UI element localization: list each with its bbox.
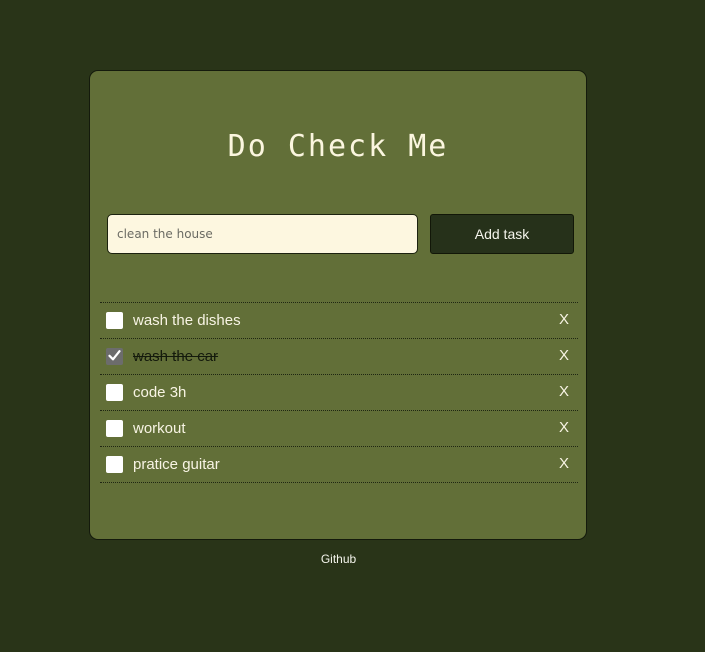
task-checkbox[interactable]: [106, 384, 123, 401]
task-label: wash the dishes: [133, 312, 241, 329]
task-list: wash the dishes X wash the car X code 3h…: [100, 302, 578, 483]
task-item: wash the dishes X: [100, 303, 578, 339]
github-link[interactable]: Github: [0, 552, 677, 566]
task-input[interactable]: [107, 214, 418, 254]
delete-task-button[interactable]: X: [559, 383, 569, 400]
task-label: wash the car: [133, 348, 219, 365]
delete-task-button[interactable]: X: [559, 347, 569, 364]
task-item: code 3h X: [100, 375, 578, 411]
task-label: workout: [133, 420, 186, 437]
checkmark-icon: [108, 350, 121, 361]
task-label: code 3h: [133, 384, 187, 401]
task-item: workout X: [100, 411, 578, 447]
task-checkbox[interactable]: [106, 348, 123, 365]
todo-card: Do Check Me Add task wash the dishes X w…: [89, 70, 587, 540]
delete-task-button[interactable]: X: [559, 419, 569, 436]
task-checkbox[interactable]: [106, 312, 123, 329]
task-label: pratice guitar: [133, 456, 220, 473]
task-item: wash the car X: [100, 339, 578, 375]
app-title: Do Check Me: [227, 129, 449, 164]
delete-task-button[interactable]: X: [559, 455, 569, 472]
add-task-button[interactable]: Add task: [430, 214, 574, 254]
delete-task-button[interactable]: X: [559, 311, 569, 328]
task-checkbox[interactable]: [106, 420, 123, 437]
task-item: pratice guitar X: [100, 447, 578, 483]
task-checkbox[interactable]: [106, 456, 123, 473]
